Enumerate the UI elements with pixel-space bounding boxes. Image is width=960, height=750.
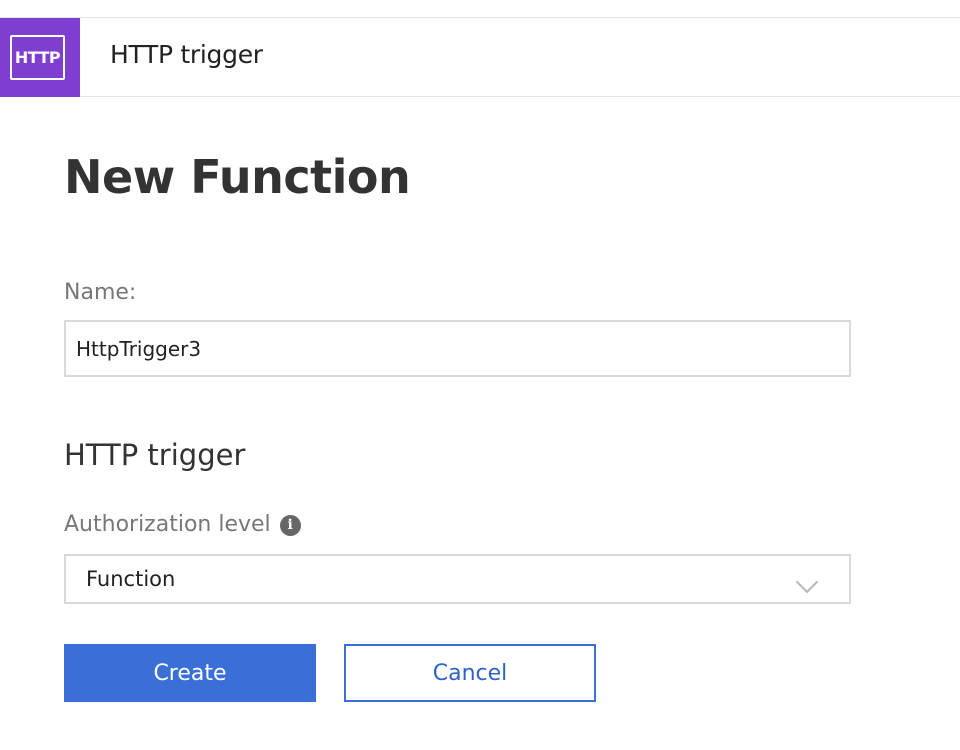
section-title: HTTP trigger	[64, 438, 246, 472]
name-label: Name:	[64, 280, 137, 305]
header-title: HTTP trigger	[110, 40, 263, 69]
authorization-level-text: Authorization level	[64, 512, 271, 537]
page-title: New Function	[64, 150, 411, 204]
authorization-level-select[interactable]: Function	[64, 554, 851, 604]
chevron-shape	[795, 570, 819, 594]
chevron-down-icon	[795, 562, 835, 594]
template-header: HTTP HTTP trigger	[0, 17, 960, 97]
http-trigger-tile: HTTP	[0, 18, 80, 97]
authorization-level-label: Authorization level i	[64, 512, 301, 537]
info-icon[interactable]: i	[279, 515, 301, 536]
authorization-level-value: Function	[86, 567, 176, 591]
cancel-button[interactable]: Cancel	[344, 644, 596, 702]
http-icon: HTTP	[10, 35, 65, 80]
create-button[interactable]: Create	[64, 644, 316, 702]
name-input[interactable]	[64, 320, 851, 377]
